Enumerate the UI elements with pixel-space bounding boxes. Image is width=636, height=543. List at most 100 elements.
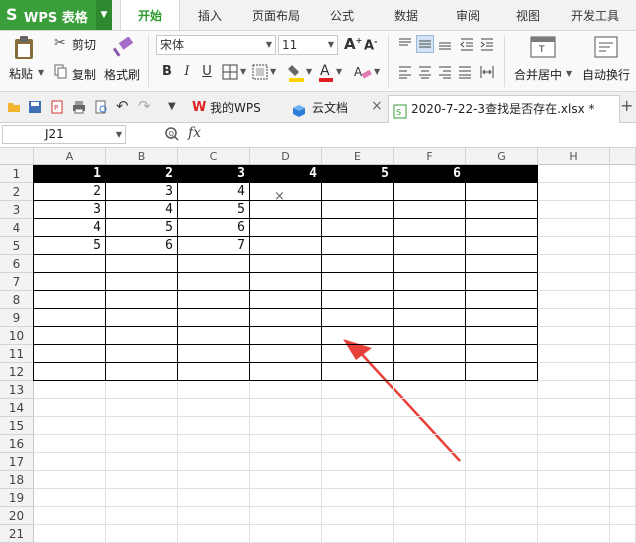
row-header-12[interactable]: 12 bbox=[0, 363, 34, 381]
row-header-21[interactable]: 21 bbox=[0, 525, 34, 543]
cell-C16[interactable] bbox=[178, 435, 250, 453]
cell-style-icon[interactable] bbox=[252, 64, 268, 83]
cell-undefined14[interactable] bbox=[610, 399, 636, 417]
cell-C14[interactable] bbox=[178, 399, 250, 417]
cell-G12[interactable] bbox=[466, 363, 538, 381]
cell-H14[interactable] bbox=[538, 399, 610, 417]
cell-G5[interactable] bbox=[466, 237, 538, 255]
cell-E16[interactable] bbox=[322, 435, 394, 453]
paste-dropdown-icon[interactable]: ▼ bbox=[38, 68, 44, 77]
copy-icon[interactable] bbox=[54, 64, 68, 83]
cell-D8[interactable] bbox=[250, 291, 322, 309]
tab-insert[interactable]: 插入 bbox=[186, 0, 234, 30]
cell-B17[interactable] bbox=[106, 453, 178, 471]
cell-C15[interactable] bbox=[178, 417, 250, 435]
cell-H17[interactable] bbox=[538, 453, 610, 471]
cell-D7[interactable] bbox=[250, 273, 322, 291]
cell-B2[interactable]: 3 bbox=[106, 183, 178, 201]
cell-G4[interactable] bbox=[466, 219, 538, 237]
row-header-13[interactable]: 13 bbox=[0, 381, 34, 399]
cell-G10[interactable] bbox=[466, 327, 538, 345]
cell-C13[interactable] bbox=[178, 381, 250, 399]
new-tab-icon[interactable]: + bbox=[620, 96, 633, 115]
cell-H20[interactable] bbox=[538, 507, 610, 525]
cell-E17[interactable] bbox=[322, 453, 394, 471]
borders-icon[interactable] bbox=[222, 64, 238, 83]
cell-D19[interactable] bbox=[250, 489, 322, 507]
cell-D13[interactable] bbox=[250, 381, 322, 399]
cell-C7[interactable] bbox=[178, 273, 250, 291]
cell-E5[interactable] bbox=[322, 237, 394, 255]
paste-button[interactable]: 粘贴 bbox=[9, 65, 33, 82]
cell-A13[interactable] bbox=[34, 381, 106, 399]
cell-B3[interactable]: 4 bbox=[106, 201, 178, 219]
cell-G20[interactable] bbox=[466, 507, 538, 525]
cell-A18[interactable] bbox=[34, 471, 106, 489]
cell-H2[interactable] bbox=[538, 183, 610, 201]
row-header-6[interactable]: 6 bbox=[0, 255, 34, 273]
tab-home[interactable]: 开始 bbox=[120, 0, 180, 30]
cell-H4[interactable] bbox=[538, 219, 610, 237]
cell-D10[interactable] bbox=[250, 327, 322, 345]
italic-button[interactable]: I bbox=[178, 63, 196, 81]
cell-A10[interactable] bbox=[34, 327, 106, 345]
fill-color-icon[interactable] bbox=[288, 62, 306, 85]
export-pdf-icon[interactable]: P bbox=[50, 100, 64, 114]
cell-A17[interactable] bbox=[34, 453, 106, 471]
cell-G11[interactable] bbox=[466, 345, 538, 363]
cell-D9[interactable] bbox=[250, 309, 322, 327]
cell-H21[interactable] bbox=[538, 525, 610, 543]
cell-F1[interactable]: 6 bbox=[394, 165, 466, 183]
cell-undefined17[interactable] bbox=[610, 453, 636, 471]
cell-C9[interactable] bbox=[178, 309, 250, 327]
cell-D15[interactable] bbox=[250, 417, 322, 435]
clear-format-icon[interactable]: A bbox=[354, 64, 372, 83]
cell-A14[interactable] bbox=[34, 399, 106, 417]
decrease-font-icon[interactable]: A- bbox=[364, 37, 377, 53]
cell-undefined21[interactable] bbox=[610, 525, 636, 543]
cell-C10[interactable] bbox=[178, 327, 250, 345]
cell-D16[interactable] bbox=[250, 435, 322, 453]
row-header-9[interactable]: 9 bbox=[0, 309, 34, 327]
cell-C2[interactable]: 4 bbox=[178, 183, 250, 201]
row-header-5[interactable]: 5 bbox=[0, 237, 34, 255]
format-painter-icon[interactable] bbox=[112, 36, 134, 62]
insert-function-button[interactable]: fx bbox=[188, 125, 201, 141]
cut-button[interactable]: 剪切 bbox=[72, 36, 96, 53]
align-left-icon[interactable] bbox=[396, 63, 414, 81]
cell-E6[interactable] bbox=[322, 255, 394, 273]
cell-A3[interactable]: 3 bbox=[34, 201, 106, 219]
row-header-16[interactable]: 16 bbox=[0, 435, 34, 453]
font-color-dropdown-icon[interactable]: ▼ bbox=[336, 67, 342, 76]
cell-F7[interactable] bbox=[394, 273, 466, 291]
cell-F3[interactable] bbox=[394, 201, 466, 219]
zoom-search-icon[interactable]: Q bbox=[164, 126, 180, 145]
close-tab-icon[interactable]: × bbox=[371, 98, 383, 114]
cell-B18[interactable] bbox=[106, 471, 178, 489]
cell-F17[interactable] bbox=[394, 453, 466, 471]
cell-B16[interactable] bbox=[106, 435, 178, 453]
cell-G6[interactable] bbox=[466, 255, 538, 273]
wrap-text-icon[interactable] bbox=[594, 36, 618, 61]
scissors-icon[interactable]: ✂ bbox=[54, 35, 66, 51]
print-icon[interactable] bbox=[72, 100, 86, 114]
cell-G3[interactable] bbox=[466, 201, 538, 219]
borders-dropdown-icon[interactable]: ▼ bbox=[240, 67, 246, 76]
cell-E15[interactable] bbox=[322, 417, 394, 435]
cell-D17[interactable] bbox=[250, 453, 322, 471]
cell-E21[interactable] bbox=[322, 525, 394, 543]
cell-undefined5[interactable] bbox=[610, 237, 636, 255]
cell-B4[interactable]: 5 bbox=[106, 219, 178, 237]
cell-H10[interactable] bbox=[538, 327, 610, 345]
cell-A16[interactable] bbox=[34, 435, 106, 453]
merge-center-dropdown-icon[interactable]: ▼ bbox=[566, 69, 572, 78]
cell-A2[interactable]: 2 bbox=[34, 183, 106, 201]
align-right-icon[interactable] bbox=[436, 63, 454, 81]
cell-E7[interactable] bbox=[322, 273, 394, 291]
row-header-18[interactable]: 18 bbox=[0, 471, 34, 489]
cell-H8[interactable] bbox=[538, 291, 610, 309]
cell-E3[interactable] bbox=[322, 201, 394, 219]
cell-B19[interactable] bbox=[106, 489, 178, 507]
tab-data[interactable]: 数据 bbox=[384, 0, 428, 30]
row-header-8[interactable]: 8 bbox=[0, 291, 34, 309]
